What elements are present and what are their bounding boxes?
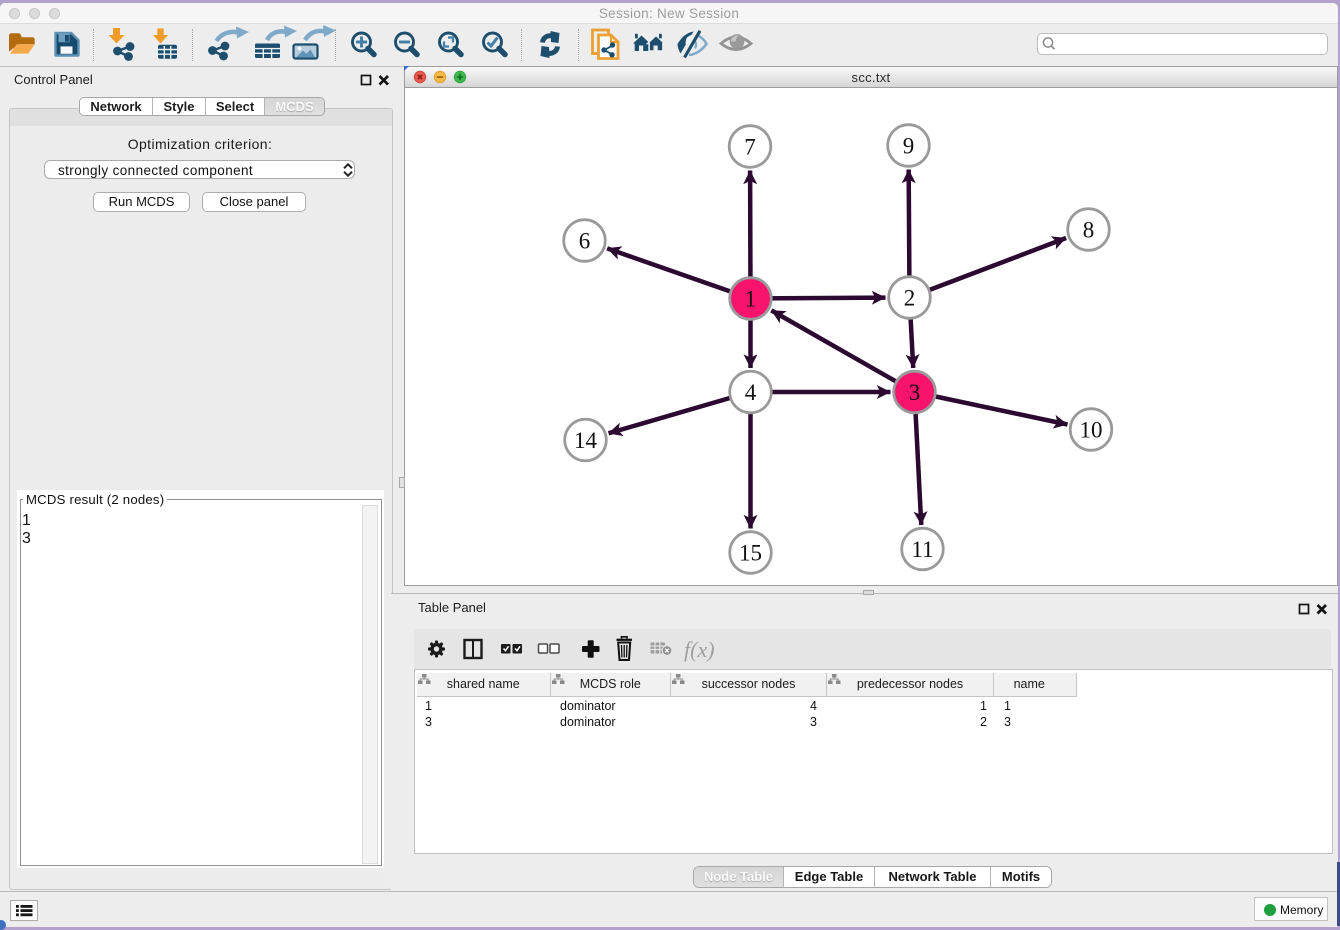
svg-text:1: 1 <box>745 286 757 311</box>
svg-text:14: 14 <box>574 428 598 453</box>
svg-text:8: 8 <box>1083 217 1095 242</box>
svg-text:11: 11 <box>911 537 933 562</box>
svg-text:7: 7 <box>744 134 756 159</box>
svg-text:2: 2 <box>904 285 916 310</box>
svg-text:15: 15 <box>739 540 762 565</box>
svg-text:10: 10 <box>1080 417 1103 442</box>
svg-text:f(x): f(x) <box>684 637 715 662</box>
svg-text:6: 6 <box>579 228 591 253</box>
svg-text:3: 3 <box>909 380 921 405</box>
svg-text:9: 9 <box>903 133 915 158</box>
svg-text:4: 4 <box>745 380 757 405</box>
